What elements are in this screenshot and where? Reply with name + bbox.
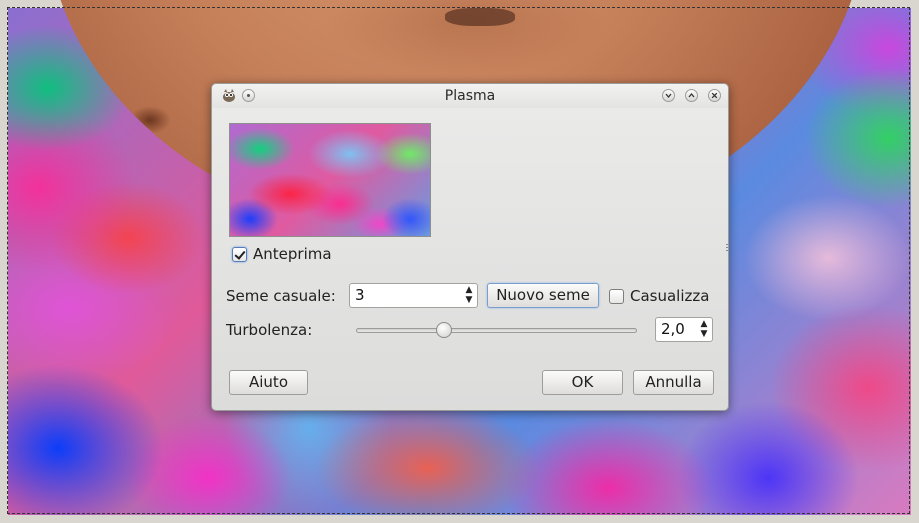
preview-label[interactable]: Anteprima: [253, 245, 332, 263]
close-icon: [711, 92, 718, 99]
minimize-button[interactable]: [662, 89, 675, 102]
turbulence-slider-handle[interactable]: [435, 322, 452, 338]
dialog-titlebar[interactable]: Plasma: [212, 84, 728, 108]
chevron-down-icon[interactable]: ▼: [699, 330, 709, 339]
seed-spinbox[interactable]: 3 ▲ ▼: [349, 283, 478, 308]
ok-button[interactable]: OK: [542, 370, 623, 395]
randomize-checkbox[interactable]: [609, 289, 624, 304]
chevron-up-icon[interactable]: ▲: [464, 286, 474, 295]
planet-crater: [445, 8, 515, 26]
turbulence-slider[interactable]: [356, 328, 637, 333]
preview-checkbox[interactable]: [232, 247, 247, 262]
dialog-title: Plasma: [444, 88, 496, 104]
image-canvas[interactable]: Plasma Anteprima Seme casuale: 3 ▲ ▼ Nuo…: [0, 0, 919, 523]
turbulence-stepper[interactable]: ▲ ▼: [699, 318, 709, 341]
help-button[interactable]: Aiuto: [229, 370, 308, 395]
turbulence-value: 2,0: [661, 320, 685, 338]
turbulence-spinbox[interactable]: 2,0 ▲ ▼: [655, 317, 713, 342]
plasma-dialog: Plasma Anteprima Seme casuale: 3 ▲ ▼ Nuo…: [211, 83, 729, 411]
chevron-down-icon[interactable]: ▼: [464, 296, 474, 305]
close-button[interactable]: [708, 89, 721, 102]
new-seed-button[interactable]: Nuovo seme: [487, 283, 599, 308]
maximize-button[interactable]: [685, 89, 698, 102]
seed-stepper[interactable]: ▲ ▼: [464, 284, 474, 307]
resize-grip[interactable]: [726, 244, 728, 252]
preview-image: [229, 123, 431, 237]
turbulence-label: Turbolenza:: [226, 321, 313, 339]
cancel-button[interactable]: Annulla: [633, 370, 714, 395]
seed-label: Seme casuale:: [226, 287, 336, 305]
chevron-up-icon[interactable]: ▲: [699, 320, 709, 329]
chevron-down-icon: [665, 93, 672, 99]
seed-value: 3: [355, 286, 365, 304]
chevron-up-icon: [688, 92, 695, 98]
randomize-label[interactable]: Casualizza: [630, 287, 709, 305]
